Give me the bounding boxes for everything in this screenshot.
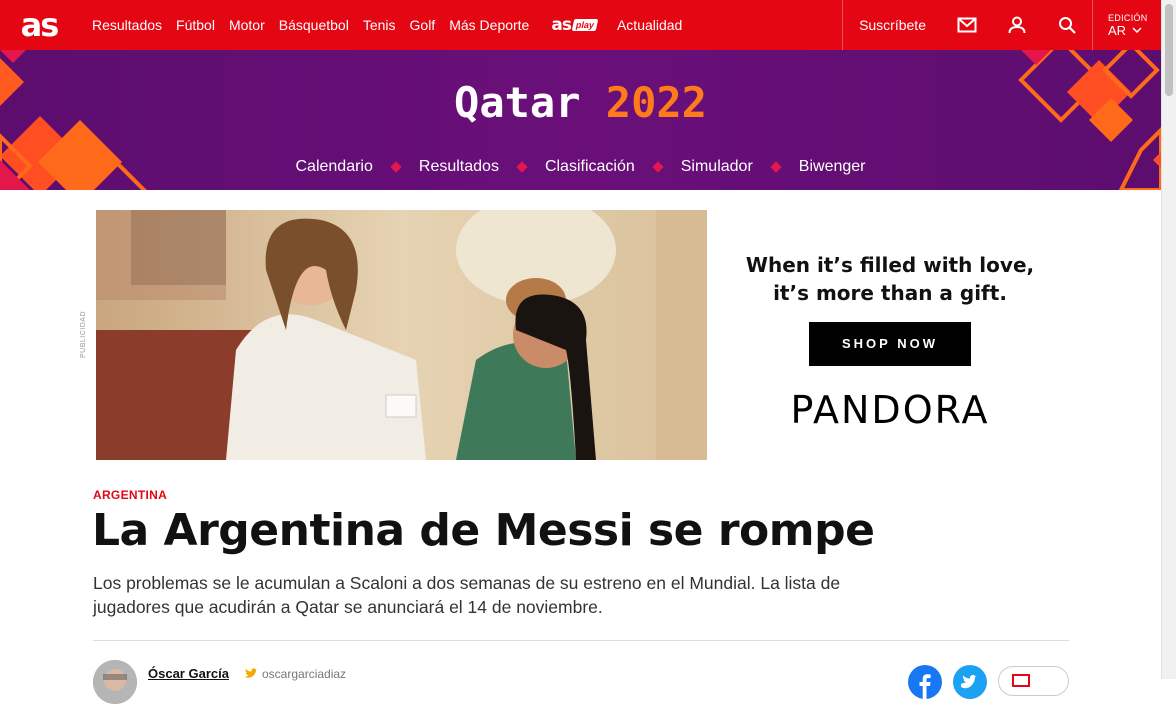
as-play-tag: play (571, 19, 599, 31)
ad-label: PUBLICIDAD (80, 310, 87, 358)
scrollbar-thumb[interactable] (1165, 4, 1173, 96)
subnav-biwenger[interactable]: Biwenger (799, 158, 866, 176)
nav-link-resultados[interactable]: Resultados (78, 17, 176, 33)
ad-line-1: When it’s filled with love, (745, 253, 1035, 277)
subnav-resultados[interactable]: Resultados (419, 158, 499, 176)
divider (93, 640, 1069, 641)
top-right-actions: Suscríbete EDICIÓN AR (842, 0, 1161, 50)
qatar-year: 2022 (605, 78, 707, 127)
facebook-icon (919, 674, 931, 699)
mail-icon[interactable] (942, 0, 992, 50)
edition-value: AR (1108, 22, 1127, 38)
facebook-share-button[interactable] (908, 665, 942, 699)
user-icon[interactable] (992, 0, 1042, 50)
nav-link-actualidad[interactable]: Actualidad (617, 17, 696, 33)
comment-icon (1012, 674, 1030, 687)
subnav-clasificacion[interactable]: Clasificación (545, 158, 635, 176)
edition-label: EDICIÓN (1108, 12, 1148, 23)
subnav-calendario[interactable]: Calendario (296, 158, 373, 176)
twitter-icon (961, 674, 977, 689)
shop-now-button[interactable]: SHOP NOW (809, 322, 971, 366)
pandora-logo[interactable]: PANDORA (707, 388, 1073, 432)
main-nav: Resultados Fútbol Motor Básquetbol Tenis… (78, 0, 696, 50)
nav-link-motor[interactable]: Motor (229, 17, 279, 33)
subnav-separator (652, 161, 664, 173)
nav-link-golf[interactable]: Golf (410, 17, 450, 33)
subnav-simulador[interactable]: Simulador (681, 158, 753, 176)
qatar-word: Qatar (454, 78, 581, 127)
top-navigation-bar: as Resultados Fútbol Motor Básquetbol Te… (0, 0, 1161, 50)
page-scrollbar[interactable] (1161, 0, 1176, 679)
as-logo[interactable]: as (0, 0, 78, 50)
ad-line-2: it’s more than a gift. (773, 281, 1007, 305)
ad-image[interactable] (96, 210, 707, 460)
as-play-logo: as (551, 15, 572, 35)
chevron-down-icon (1132, 27, 1142, 33)
subnav-separator (390, 161, 402, 173)
edition-selector[interactable]: EDICIÓN AR (1092, 0, 1161, 50)
twitter-icon (245, 668, 258, 678)
qatar-2022-banner: Qatar 2022 Calendario Resultados Clasifi… (0, 50, 1161, 190)
comments-button[interactable] (998, 666, 1069, 696)
search-icon[interactable] (1042, 0, 1092, 50)
subnav-separator (516, 161, 528, 173)
subnav-separator (770, 161, 782, 173)
as-play-link[interactable]: as play (551, 15, 599, 35)
author-avatar[interactable] (93, 660, 137, 704)
nav-link-tenis[interactable]: Tenis (363, 17, 410, 33)
nav-link-futbol[interactable]: Fútbol (176, 17, 229, 33)
qatar-subnav: Calendario Resultados Clasificación Simu… (0, 158, 1161, 176)
edition-value-row: AR (1108, 23, 1161, 38)
article-lede: Los problemas se le acumulan a Scaloni a… (93, 573, 841, 617)
subscribe-link[interactable]: Suscríbete (842, 0, 942, 50)
nav-link-basquetbol[interactable]: Básquetbol (279, 17, 363, 33)
nav-link-mas-deporte[interactable]: Más Deporte (449, 17, 551, 33)
article-headline: La Argentina de Messi se rompe (92, 505, 875, 556)
section-kicker[interactable]: ARGENTINA (93, 488, 167, 502)
twitter-share-button[interactable] (953, 665, 987, 699)
ad-text-panel: When it’s filled with love, it’s more th… (707, 210, 1073, 460)
qatar-2022-title[interactable]: Qatar 2022 (0, 78, 1161, 127)
